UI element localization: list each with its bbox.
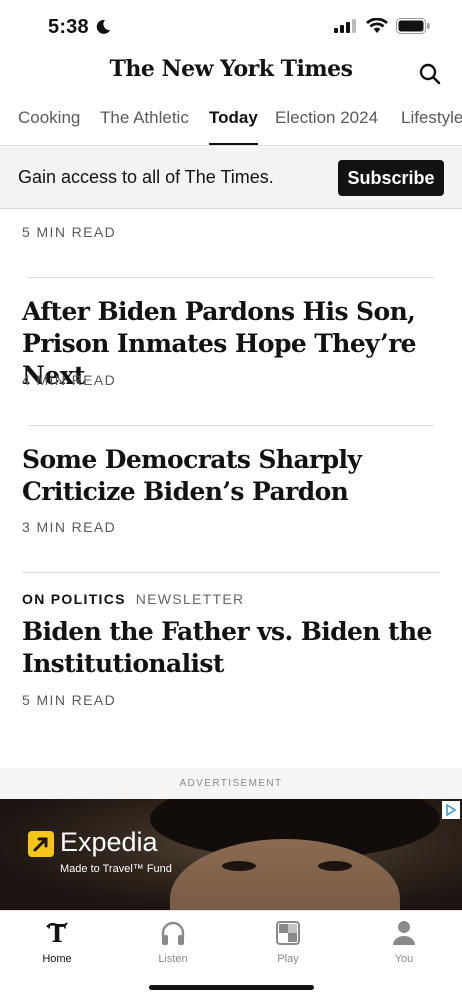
ad-label-bar: ADVERTISEMENT xyxy=(0,768,462,799)
nav-home[interactable]: T Home xyxy=(17,919,97,965)
masthead: The New York Times xyxy=(0,54,462,94)
ad-photo-eye xyxy=(318,861,352,871)
ad-label: ADVERTISEMENT xyxy=(179,778,283,789)
kicker-type: NEWSLETTER xyxy=(135,591,245,607)
subscribe-button[interactable]: Subscribe xyxy=(338,160,444,196)
kicker-section[interactable]: ON POLITICS xyxy=(22,591,126,607)
nav-label: Listen xyxy=(158,953,188,965)
article-headline[interactable]: Some Democrats Sharply Criticize Biden’s… xyxy=(22,444,442,508)
article-headline[interactable]: Biden the Father vs. Biden the Instituti… xyxy=(22,616,442,680)
article-readtime: 3 MIN READ xyxy=(22,519,117,535)
home-indicator xyxy=(149,985,314,990)
person-icon xyxy=(393,921,415,945)
ad-photo-eye xyxy=(222,861,256,871)
article-feed: 5 MIN READ After Biden Pardons His Son, … xyxy=(0,210,462,765)
nyt-t-icon: T xyxy=(46,919,68,947)
section-tabs: Cooking The Athletic Today Election 2024… xyxy=(0,100,462,146)
nav-play[interactable]: Play xyxy=(248,919,328,965)
ad-choices-icon[interactable] xyxy=(442,801,460,819)
battery-icon xyxy=(396,18,430,34)
wifi-icon xyxy=(366,18,388,33)
games-icon xyxy=(276,921,300,945)
status-time: 5:38 xyxy=(48,16,89,38)
nav-label: You xyxy=(394,953,414,965)
nav-label: Home xyxy=(42,953,72,965)
headphones-icon xyxy=(161,921,185,945)
tab-lifestyle[interactable]: Lifestyle xyxy=(401,108,462,145)
status-bar: 5:38 xyxy=(0,0,462,54)
article-readtime: 5 MIN READ xyxy=(22,692,117,708)
article-kicker: ON POLITICS NEWSLETTER xyxy=(22,591,244,607)
cellular-signal-icon xyxy=(334,19,356,33)
tab-cooking[interactable]: Cooking xyxy=(18,108,80,145)
nav-label: Play xyxy=(277,953,299,965)
nav-listen[interactable]: Listen xyxy=(133,919,213,965)
tab-election-2024[interactable]: Election 2024 xyxy=(275,108,378,145)
divider xyxy=(28,277,434,278)
moon-icon xyxy=(96,19,110,34)
tab-the-athletic[interactable]: The Athletic xyxy=(100,108,189,145)
search-icon[interactable] xyxy=(418,62,442,86)
status-indicators xyxy=(334,18,430,34)
subscribe-banner: Gain access to all of The Times. Subscri… xyxy=(0,147,462,209)
nav-you[interactable]: You xyxy=(364,919,444,965)
tab-today[interactable]: Today xyxy=(209,108,258,145)
article-readtime: 4 MIN READ xyxy=(22,372,117,388)
divider xyxy=(22,572,440,573)
ad-banner[interactable]: Expedia Made to Travel™ Fund xyxy=(0,799,462,910)
article-readtime: 5 MIN READ xyxy=(22,224,117,240)
subscribe-text: Gain access to all of The Times. xyxy=(18,167,274,187)
expedia-logo-icon xyxy=(28,831,54,857)
ad-brand: Expedia xyxy=(60,827,158,857)
ad-tagline: Made to Travel™ Fund xyxy=(60,863,172,875)
divider xyxy=(28,425,434,426)
nyt-logo[interactable]: The New York Times xyxy=(0,56,462,82)
